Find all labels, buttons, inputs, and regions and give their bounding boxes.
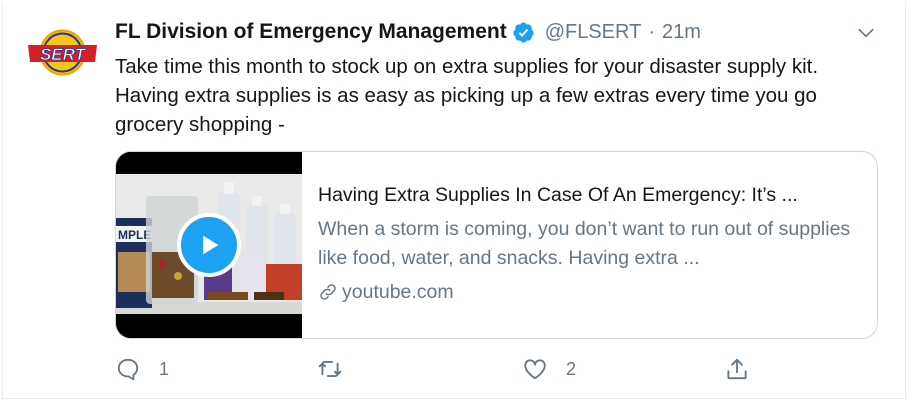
card-body: Having Extra Supplies In Case Of An Emer…	[318, 182, 866, 305]
heart-icon	[524, 359, 546, 380]
reply-button[interactable]: 1	[115, 356, 169, 382]
share-button[interactable]	[724, 356, 750, 382]
sert-logo: SERT	[26, 16, 99, 89]
reply-icon	[117, 358, 139, 381]
avatar[interactable]: SERT	[26, 16, 99, 89]
retweet-button[interactable]	[317, 356, 361, 382]
logo-text: SERT	[40, 45, 87, 64]
card-domain: youtube.com	[318, 279, 866, 305]
card-title: Having Extra Supplies In Case Of An Emer…	[318, 184, 798, 206]
tweet-header: FL Division of Emergency Management @FLS…	[115, 17, 701, 47]
tweet-text: Take time this month to stock up on extr…	[115, 55, 819, 136]
separator-dot: ·	[648, 20, 655, 43]
share-icon	[727, 358, 747, 380]
timestamp[interactable]: 21m	[662, 21, 701, 44]
video-thumbnail[interactable]: MPLE	[116, 152, 302, 338]
verified-badge-icon	[512, 21, 535, 44]
link-icon	[318, 282, 338, 302]
play-button[interactable]	[177, 213, 241, 277]
like-count: 2	[566, 358, 577, 379]
divider	[2, 398, 906, 399]
card-domain-text: youtube.com	[342, 281, 454, 303]
author-handle[interactable]: @FLSERT	[545, 21, 642, 44]
link-card[interactable]: MPLE Having Extra Supplies In Case Of An…	[115, 151, 878, 339]
retweet-icon	[318, 361, 342, 377]
chevron-down-icon[interactable]	[855, 22, 877, 44]
play-icon	[203, 235, 219, 255]
author-name[interactable]: FL Division of Emergency Management	[115, 20, 507, 44]
like-button[interactable]: 2	[522, 356, 576, 382]
reply-count: 1	[159, 358, 170, 379]
card-description: When a storm is coming, you don’t want t…	[318, 218, 851, 269]
